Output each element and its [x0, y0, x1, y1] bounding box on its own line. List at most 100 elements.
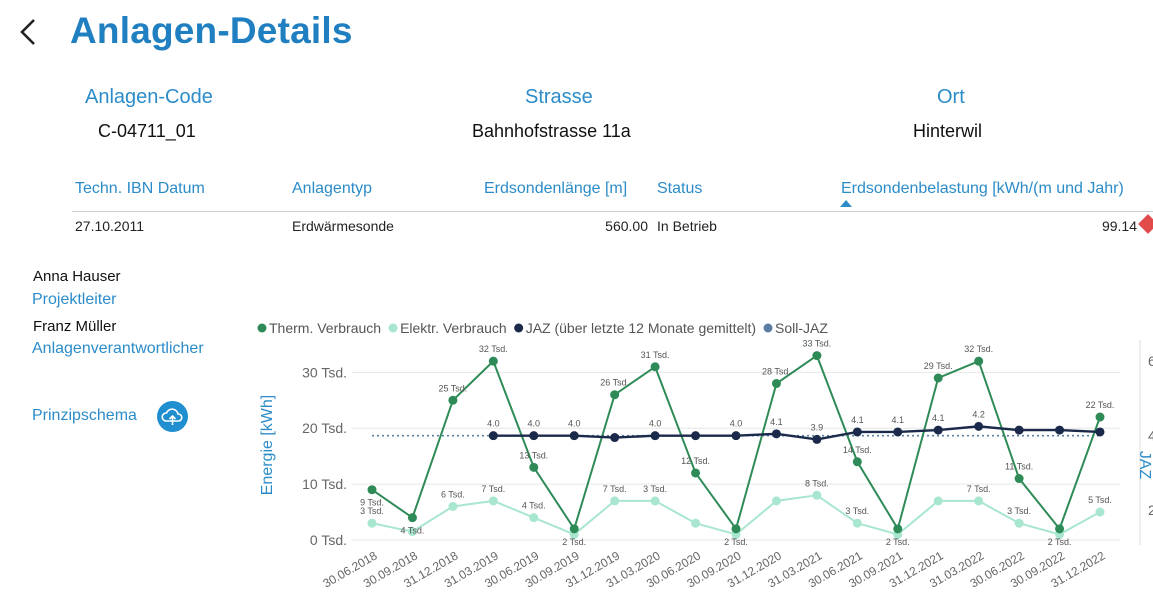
data-label: 4.0 — [649, 419, 662, 429]
data-label: 32 Tsd. — [479, 344, 508, 354]
data-label: 29 Tsd. — [924, 361, 953, 371]
y2-tick-label: 2 — [1148, 502, 1153, 518]
legend-marker — [763, 323, 773, 333]
data-label: 4.1 — [932, 413, 945, 423]
data-point-jaz[interactable] — [1055, 425, 1065, 435]
data-label: 8 Tsd. — [805, 478, 829, 488]
data-label: 3.9 — [811, 422, 824, 432]
data-point-therm[interactable] — [1014, 474, 1024, 484]
data-label: 3 Tsd. — [1007, 506, 1031, 516]
data-point-therm[interactable] — [367, 485, 377, 495]
data-point-elektr[interactable] — [367, 518, 377, 528]
col-header-type[interactable]: Anlagentyp — [292, 180, 372, 198]
data-point-therm[interactable] — [691, 468, 701, 478]
data-point-therm[interactable] — [650, 362, 660, 372]
schema-label[interactable]: Prinzipschema — [32, 407, 137, 425]
sort-indicator-icon — [840, 200, 852, 207]
data-point-therm[interactable] — [1055, 524, 1065, 534]
data-point-therm[interactable] — [812, 351, 822, 361]
data-point-therm[interactable] — [488, 356, 498, 366]
y-tick-label: 30 Tsd. — [302, 364, 347, 380]
data-point-jaz[interactable] — [691, 431, 701, 441]
data-label: 7 Tsd. — [481, 484, 505, 494]
col-header-ibn-date[interactable]: Techn. IBN Datum — [75, 180, 205, 198]
data-label: 28 Tsd. — [762, 367, 791, 377]
data-point-elektr[interactable] — [448, 501, 458, 511]
y-tick-label: 20 Tsd. — [302, 420, 347, 436]
legend-item[interactable]: Elektr. Verbrauch — [400, 320, 507, 336]
data-point-elektr[interactable] — [1014, 518, 1024, 528]
data-point-elektr[interactable] — [488, 496, 498, 506]
data-point-therm[interactable] — [569, 524, 579, 534]
data-label: 33 Tsd. — [802, 339, 831, 349]
chevron-left-icon[interactable] — [14, 14, 44, 52]
back-button[interactable] — [14, 14, 44, 52]
data-point-therm[interactable] — [893, 524, 903, 534]
col-header-length[interactable]: Erdsondenlänge [m] — [484, 180, 627, 198]
data-point-therm[interactable] — [448, 395, 458, 405]
legend-item[interactable]: Therm. Verbrauch — [269, 320, 381, 336]
data-point-jaz[interactable] — [1014, 425, 1024, 435]
data-point-elektr[interactable] — [650, 496, 660, 506]
data-label: 26 Tsd. — [600, 378, 629, 388]
data-label: 4 Tsd. — [401, 526, 425, 536]
data-point-elektr[interactable] — [771, 496, 781, 506]
data-point-therm[interactable] — [529, 462, 539, 472]
y-axis-title: Energie [kWh] — [259, 395, 276, 495]
data-point-therm[interactable] — [610, 390, 620, 400]
data-point-therm[interactable] — [1095, 412, 1105, 422]
data-point-jaz[interactable] — [488, 431, 498, 441]
data-label: 6 Tsd. — [441, 489, 465, 499]
data-point-elektr[interactable] — [812, 490, 822, 500]
data-point-therm[interactable] — [974, 356, 984, 366]
col-header-load[interactable]: Erdsondenbelastung [kWh/(m und Jahr) — [841, 180, 1124, 198]
cell-load: 99.14 — [1101, 218, 1137, 234]
data-point-jaz[interactable] — [852, 427, 862, 437]
data-point-jaz[interactable] — [933, 425, 943, 435]
data-point-therm[interactable] — [771, 379, 781, 389]
legend-marker — [514, 323, 524, 333]
cloud-icon — [161, 408, 183, 425]
data-point-jaz[interactable] — [771, 429, 781, 439]
legend-item[interactable]: JAZ (über letzte 12 Monate gemittelt) — [526, 320, 756, 336]
data-point-jaz[interactable] — [731, 431, 741, 441]
cloud-upload-button[interactable] — [157, 401, 188, 432]
data-point-elektr[interactable] — [691, 518, 701, 528]
data-point-elektr[interactable] — [529, 513, 539, 523]
data-label: 4.1 — [770, 417, 783, 427]
person-role: Projektleiter — [32, 291, 117, 308]
data-point-elektr[interactable] — [974, 496, 984, 506]
data-point-jaz[interactable] — [610, 433, 620, 443]
data-point-elektr[interactable] — [933, 496, 943, 506]
data-point-therm[interactable] — [731, 524, 741, 534]
data-point-therm[interactable] — [852, 457, 862, 467]
alert-diamond-icon — [1138, 214, 1153, 234]
data-point-elektr[interactable] — [852, 518, 862, 528]
legend-marker — [388, 323, 398, 333]
street-label: Strasse — [525, 86, 593, 108]
data-label: 3 Tsd. — [643, 484, 667, 494]
data-point-jaz[interactable] — [812, 434, 822, 444]
person-name: Franz Müller — [33, 318, 117, 335]
col-header-status[interactable]: Status — [657, 180, 702, 198]
data-point-jaz[interactable] — [974, 421, 984, 431]
data-point-therm[interactable] — [933, 373, 943, 383]
legend-marker — [257, 323, 267, 333]
data-point-jaz[interactable] — [1095, 427, 1105, 437]
data-label: 2 Tsd. — [562, 537, 586, 547]
cell-status: In Betrieb — [657, 218, 717, 234]
data-point-therm[interactable] — [407, 513, 417, 523]
data-label: 31 Tsd. — [641, 350, 670, 360]
data-label: 4.0 — [487, 419, 500, 429]
y-tick-label: 10 Tsd. — [302, 476, 347, 492]
data-point-jaz[interactable] — [650, 431, 660, 441]
data-point-jaz[interactable] — [529, 431, 539, 441]
data-point-jaz[interactable] — [893, 427, 903, 437]
data-point-elektr[interactable] — [610, 496, 620, 506]
person-role: Anlagenverantwortlicher — [32, 340, 204, 357]
person-name: Anna Hauser — [33, 268, 121, 285]
data-point-elektr[interactable] — [1095, 507, 1105, 517]
data-label: 14 Tsd. — [843, 445, 872, 455]
legend-item[interactable]: Soll-JAZ — [775, 320, 828, 336]
data-point-jaz[interactable] — [569, 431, 579, 441]
